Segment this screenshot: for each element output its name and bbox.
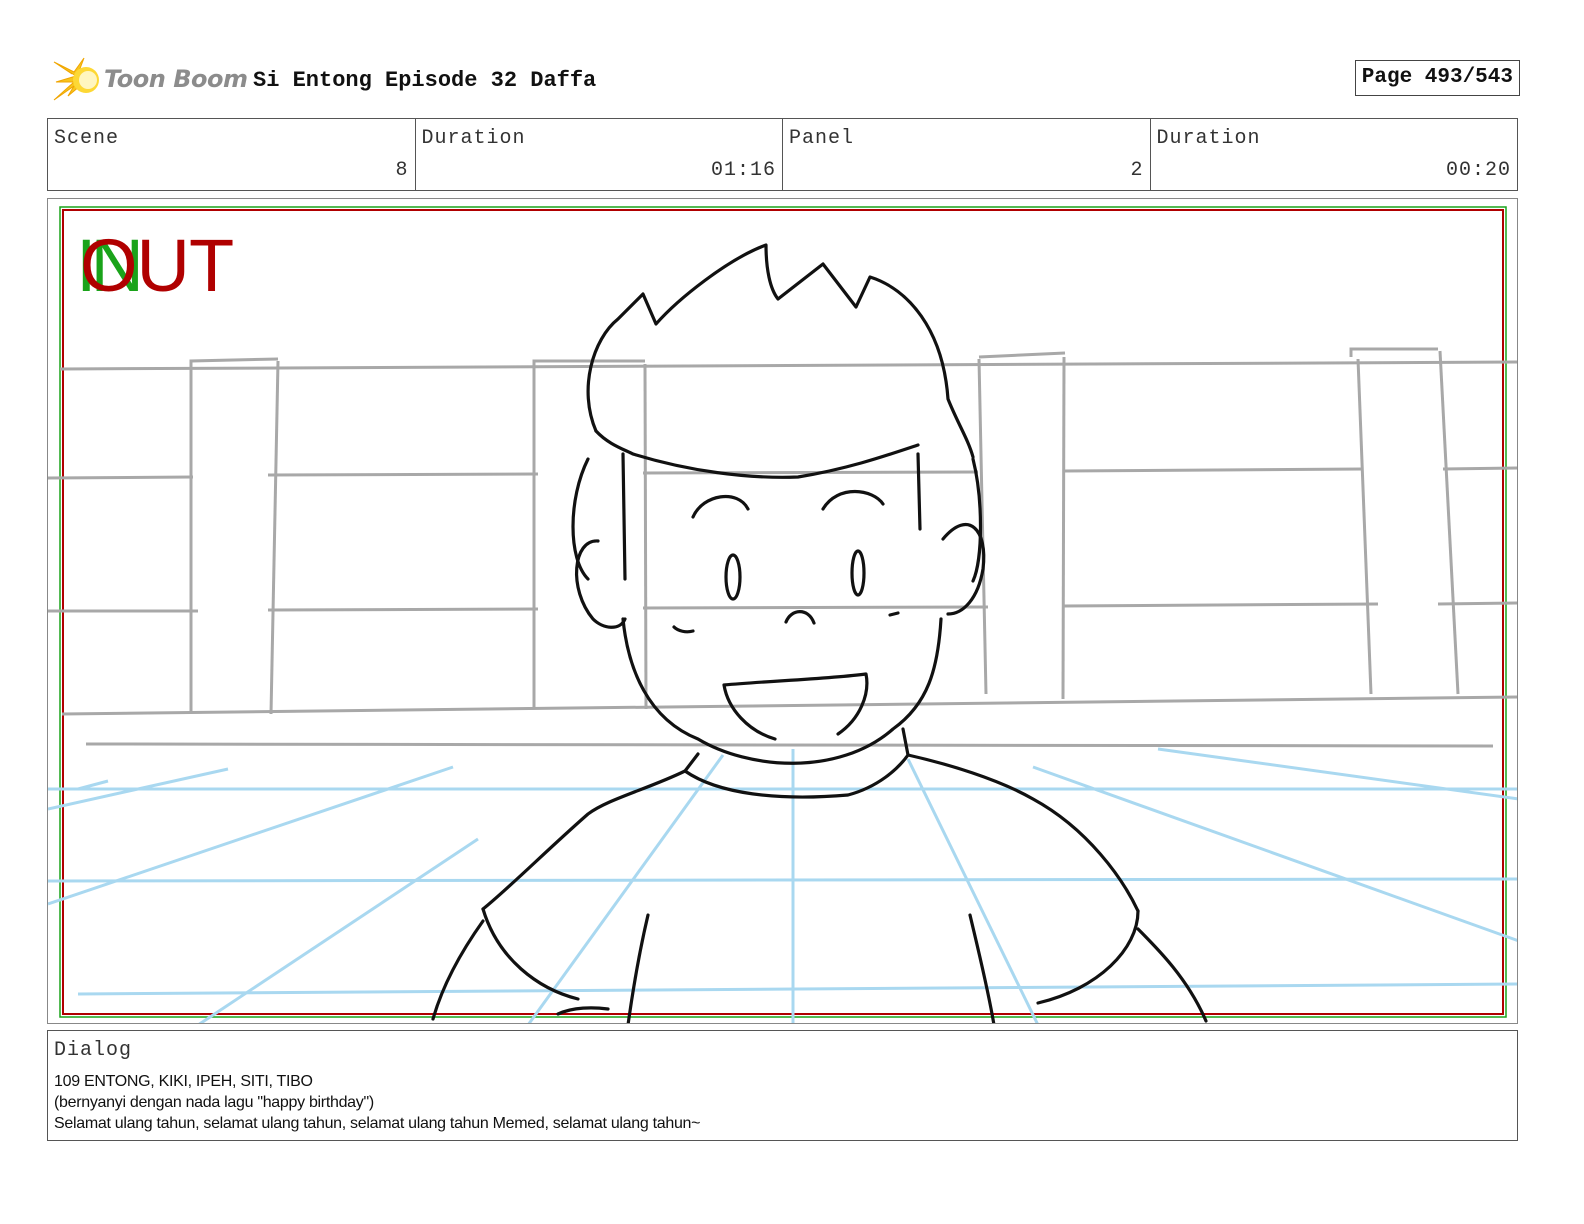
scene-info-table: Scene 8 Duration 01:16 Panel 2 Duration … (47, 118, 1518, 191)
scene-duration-cell: Duration 01:16 (416, 119, 783, 190)
out-frame-border (62, 209, 1504, 1015)
out-marker: OUT (80, 224, 234, 307)
dialog-line: Selamat ulang tahun, selamat ulang tahun… (54, 1115, 701, 1132)
dialog-line: 109 ENTONG, KIKI, IPEH, SITI, TIBO (54, 1073, 313, 1090)
storyboard-panel: IN OUT (47, 198, 1518, 1024)
panel-sketch (48, 206, 1517, 1023)
background-wall (48, 347, 1517, 748)
dialog-box: Dialog 109 ENTONG, KIKI, IPEH, SITI, TIB… (47, 1030, 1518, 1141)
scene-duration-value: 01:16 (710, 159, 776, 182)
logo-text: Toon Boom (104, 65, 248, 93)
panel-value: 2 (1130, 159, 1144, 182)
in-frame-border (59, 206, 1507, 1018)
toon-boom-logo: Toon Boom (50, 56, 250, 106)
scene-cell: Scene 8 (48, 119, 416, 190)
dialog-line: (bernyanyi dengan nada lagu "happy birth… (54, 1094, 374, 1111)
panel-label: Panel (789, 127, 855, 150)
floor-grid (48, 747, 1517, 1023)
starburst-icon (53, 57, 99, 101)
dialog-label: Dialog (54, 1039, 133, 1062)
page-indicator: Page 493/543 (1354, 60, 1520, 96)
project-title: Si Entong Episode 32 Daffa (253, 68, 597, 93)
scene-label: Scene (54, 127, 120, 150)
panel-duration-label: Duration (1156, 127, 1261, 150)
scene-duration-label: Duration (421, 127, 526, 150)
panel-cell: Panel 2 (783, 119, 1151, 190)
panel-duration-cell: Duration 00:20 (1151, 119, 1518, 190)
scene-value: 8 (395, 159, 409, 182)
in-out-marker: IN OUT (76, 221, 276, 311)
storyboard-header: Toon Boom Si Entong Episode 32 Daffa Pag… (48, 56, 1520, 106)
dialog-text: 109 ENTONG, KIKI, IPEH, SITI, TIBO (bern… (54, 1071, 701, 1134)
panel-duration-value: 00:20 (1445, 159, 1511, 182)
